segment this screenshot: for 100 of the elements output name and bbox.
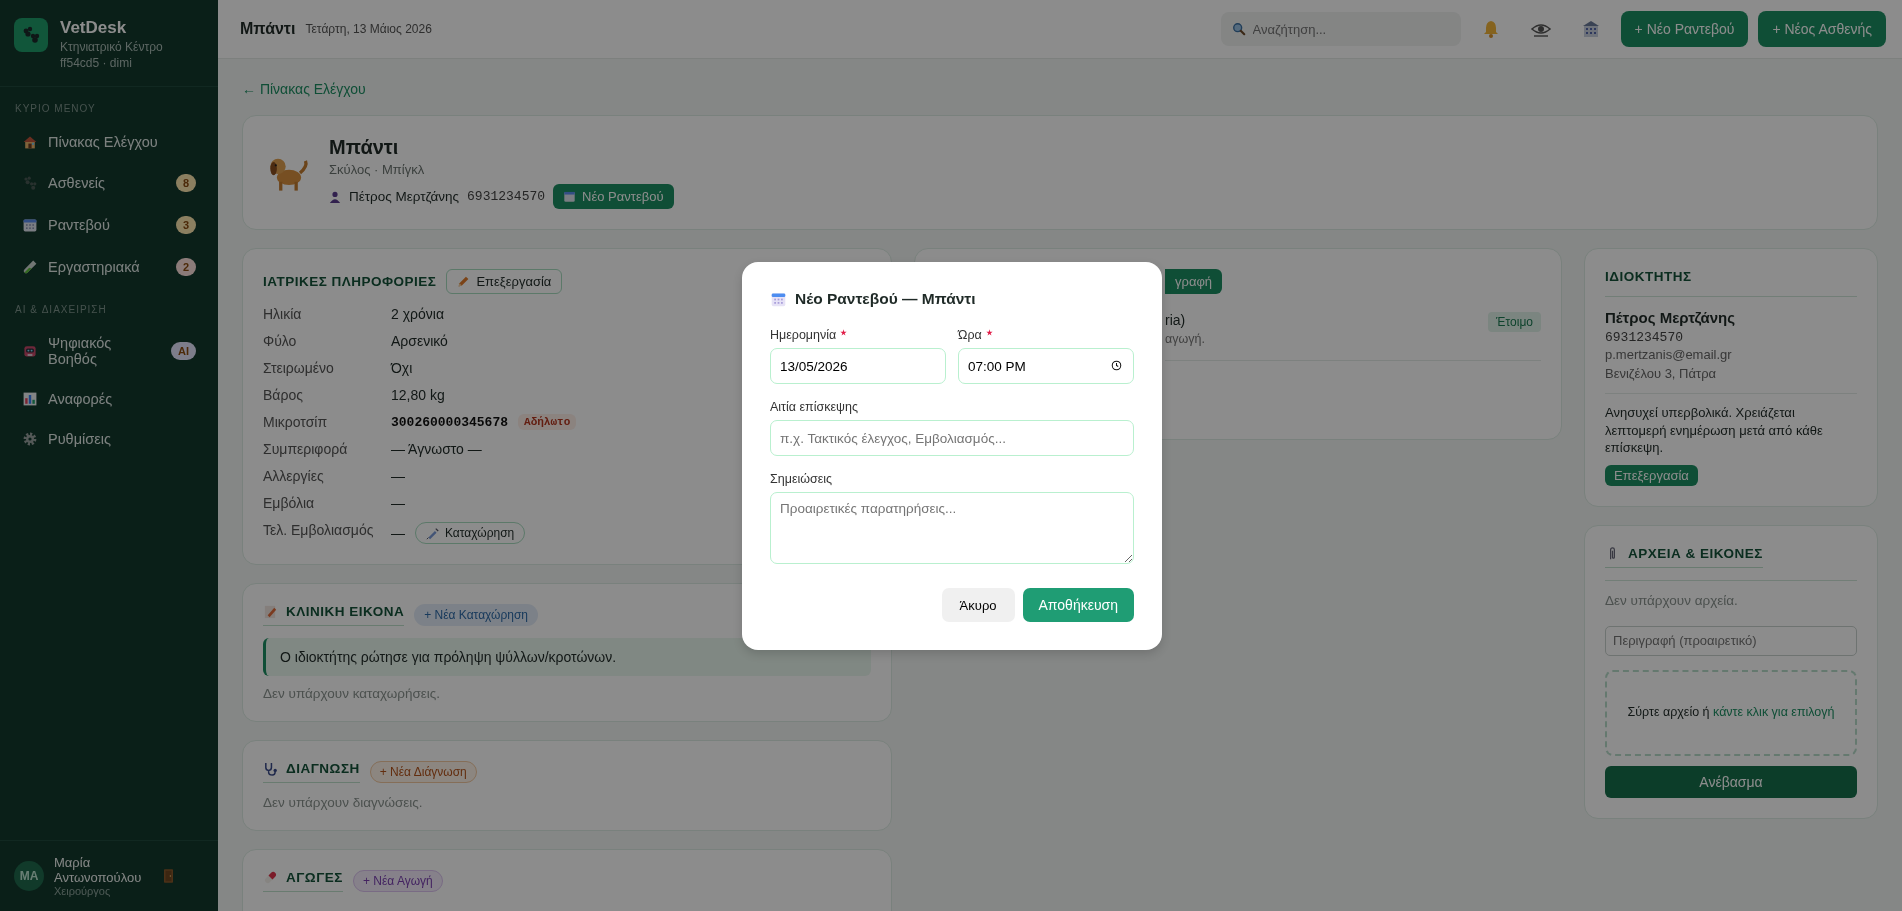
owner-address: Βενιζέλου 3, Πάτρα (1605, 366, 1718, 381)
paw-logo-icon (14, 18, 48, 52)
nav-section-title: AI & ΔΙΑΧΕΙΡΙΣΗ (15, 304, 108, 315)
notes-field[interactable]: Προαιρετικές παρατηρήσεις... (770, 492, 1134, 564)
add-button[interactable]: + Νέα Καταχώρηση (414, 604, 538, 626)
syringe-icon (426, 526, 439, 540)
dialog-title: Νέο Ραντεβού — Μπάντι (795, 290, 976, 308)
edit-button[interactable]: Επεξεργασία (1605, 464, 1698, 486)
note-callout: Ο ιδιοκτήτης ρώτησε για πρόληψη ψύλλων/κροτώνων. (263, 638, 871, 676)
nav-item[interactable]: Ψηφιακός Βοηθός AI (12, 323, 206, 379)
reason-field[interactable]: π.χ. Τακτικός έλεγχος, Εμβολιασμός... (770, 420, 1134, 456)
section-title: ΙΑΤΡΙΚΕΣ ΠΛΗΡΟΦΟΡΙΕΣ (263, 274, 437, 289)
owner-phone: 6931234570 (1605, 330, 1684, 345)
info-value: 2 χρόνια (391, 306, 444, 322)
owner-note: Ανησυχεί υπερβολικά. Χρειάζεται λεπτομερή ενημέρωση μετά από κάθε επίσκεψη. (1605, 393, 1857, 457)
info-label: Βάρος (263, 387, 304, 403)
app-subtitle: Κτηνιατρικό Κέντρο (60, 40, 163, 54)
nav-section-title: ΚΥΡΙΟ ΜΕΝΟΥ (15, 103, 97, 114)
partial-button[interactable]: γραφή (1165, 269, 1223, 294)
pencil-icon (457, 275, 471, 288)
nav-item[interactable]: Ραντεβού 3 (12, 204, 206, 246)
owner-phone: 6931234570 (467, 189, 546, 204)
primary-button[interactable]: + Νέος Ασθενής (1758, 11, 1886, 47)
status-badge: Αδήλωτο (518, 414, 577, 430)
info-label: Συμπεριφορά (263, 441, 349, 457)
info-label: Εμβόλια (263, 495, 316, 511)
description-field[interactable]: Περιγραφή (προαιρετικό) (1605, 625, 1857, 656)
back-link[interactable]: ← Πίνακας Ελέγχου (242, 81, 366, 97)
count-badge: 2 (175, 258, 196, 276)
bar-chart-icon (22, 391, 38, 407)
nav-item[interactable]: Ρυθμίσεις (12, 419, 206, 459)
owner-name: Πέτρος Μερτζάνης (349, 189, 460, 204)
owner-email: p.mertzanis@email.gr (1605, 347, 1733, 362)
current-date: Τετάρτη, 13 Μάιος 2026 (305, 22, 432, 36)
info-value: — Άγνωστο — (391, 441, 482, 457)
calendar-icon (563, 190, 577, 203)
info-label: Τελ. Εμβολιασμός (263, 522, 375, 540)
save-button[interactable]: Αποθήκευση (1022, 588, 1134, 622)
info-value: Όχι (391, 360, 413, 376)
section-title: ΙΔΙΟΚΤΗΤΗΣ (1605, 269, 1692, 284)
field-label: Αιτία επίσκεψης (770, 400, 858, 414)
test-tube-icon (22, 259, 38, 275)
field-label: Σημειώσεις (770, 472, 833, 486)
info-label: Αλλεργίες (263, 468, 325, 484)
field-label: Ώρα (958, 328, 982, 342)
calendar-icon (22, 217, 38, 233)
primary-button[interactable]: + Νέο Ραντεβού (1620, 11, 1749, 47)
owner-name: Πέτρος Μερτζάνης (1605, 309, 1737, 326)
count-badge: AI (171, 342, 196, 360)
edit-button[interactable]: Επεξεργασία (446, 269, 563, 294)
info-value: — (391, 525, 405, 541)
nav-item[interactable]: Εργαστηριακά 2 (12, 246, 206, 288)
empty-message: Δεν υπάρχουν αρχεία. (1605, 592, 1739, 608)
user-name: Μαρία Αντωνοπούλου (54, 855, 143, 885)
date-field[interactable]: 13/05/2026 (770, 348, 946, 384)
user-role: Χειρούργος (54, 885, 112, 897)
nav-item[interactable]: Αναφορές (12, 379, 206, 419)
search-icon (1231, 22, 1246, 36)
user-avatar: MA (14, 861, 44, 891)
search-field[interactable]: Αναζήτηση... (1220, 12, 1461, 46)
record-button[interactable]: Καταχώρηση (415, 522, 526, 544)
nav-item[interactable]: Ασθενείς 8 (12, 162, 206, 204)
robot-icon (22, 343, 38, 359)
nav-item[interactable]: Πίνακας Ελέγχου (12, 122, 206, 162)
house-icon (22, 134, 38, 150)
memo-icon (263, 604, 278, 619)
count-badge: 8 (175, 174, 196, 192)
new-appointment-button[interactable]: Νέο Ραντεβού (553, 184, 674, 209)
build-info: ff54cd5 · dimi (60, 56, 133, 70)
patient-name: Μπάντι (329, 136, 400, 159)
stethoscope-icon (263, 761, 278, 776)
drop-zone[interactable]: Σύρτε αρχείο ή κάντε κλικ για επιλογή (1605, 669, 1857, 756)
settings-icon (22, 431, 38, 447)
section-title: ΑΡΧΕΙΑ & ΕΙΚΟΝΕΣ (1628, 545, 1763, 561)
section-title: ΔΙΑΓΝΩΣΗ (286, 761, 360, 776)
section-title: ΑΓΩΓΕΣ (286, 870, 343, 885)
info-value: — (391, 468, 405, 484)
info-value: 300260000345678 (391, 414, 509, 430)
add-button[interactable]: + Νέα Διάγνωση (369, 761, 477, 783)
info-value: Αρσενικό (391, 333, 448, 349)
section-title: ΚΛΙΝΙΚΗ ΕΙΚΟΝΑ (286, 604, 405, 619)
item-text: αγωγή. (1165, 332, 1206, 346)
info-label: Φύλο (263, 333, 298, 349)
app-name: VetDesk (60, 18, 128, 38)
drop-instructions: Σύρτε αρχείο ή κάντε κλικ για επιλογή (1627, 704, 1835, 722)
page-title: Μπάντι (240, 20, 296, 38)
field-label: Ημερομηνία (770, 328, 837, 342)
item-title: ria) (1165, 312, 1187, 328)
clock-icon (1111, 360, 1122, 371)
empty-message: Δεν υπάρχουν διαγνώσεις. (263, 795, 424, 810)
browse-link[interactable]: κάντε κλικ για επιλογή (1713, 705, 1835, 720)
info-label: Ηλικία (263, 306, 303, 322)
upload-button[interactable]: Ανέβασμα (1605, 765, 1857, 798)
cancel-button[interactable]: Άκυρο (941, 588, 1015, 622)
info-value: 12,80 kg (391, 387, 445, 403)
time-field[interactable]: 07:00 PM (958, 348, 1134, 384)
person-icon (329, 190, 341, 203)
count-badge: 3 (175, 216, 196, 234)
info-value: — (391, 495, 405, 511)
add-button[interactable]: + Νέα Αγωγή (352, 870, 443, 892)
